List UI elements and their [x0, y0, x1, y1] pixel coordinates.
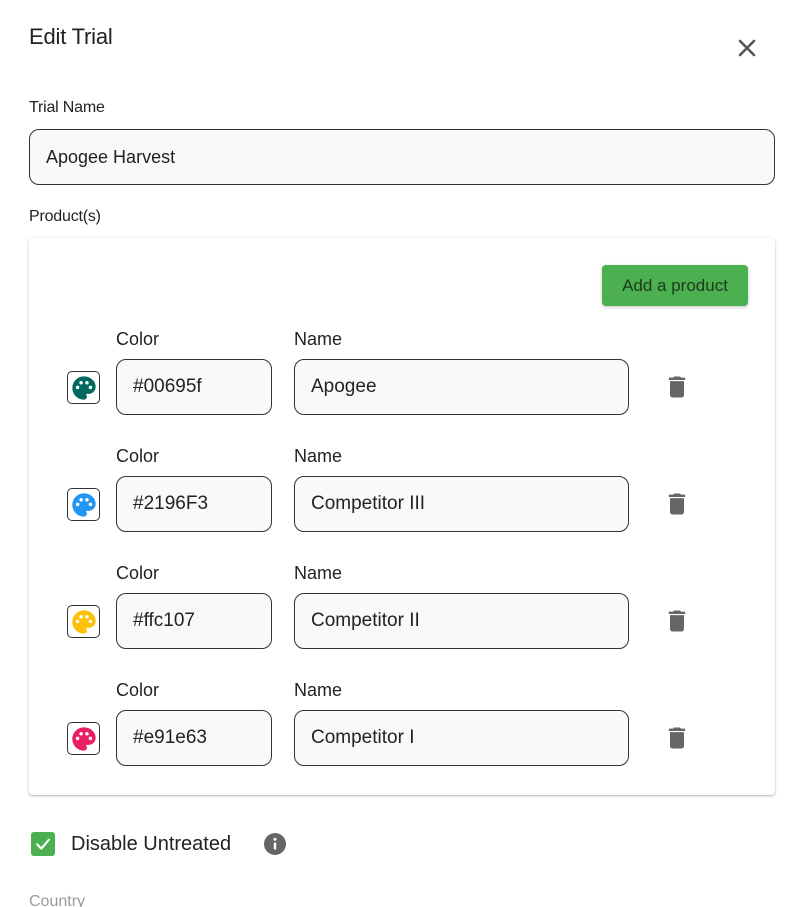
trial-name-label: Trial Name	[29, 99, 105, 116]
color-input[interactable]	[116, 710, 272, 766]
color-picker-button[interactable]	[67, 722, 100, 755]
disable-untreated-label[interactable]: Disable Untreated	[71, 833, 231, 856]
trial-name-input[interactable]	[29, 129, 775, 185]
check-icon	[36, 838, 50, 850]
disable-untreated-checkbox[interactable]	[31, 832, 55, 856]
product-row: Color Name	[29, 329, 775, 437]
product-row: Color Name	[29, 563, 775, 671]
product-name-input[interactable]	[294, 710, 629, 766]
delete-product-button[interactable]	[663, 724, 691, 752]
products-card: Add a product Color Name Color Name	[29, 238, 775, 795]
add-product-button[interactable]: Add a product	[602, 265, 748, 306]
color-input[interactable]	[116, 359, 272, 415]
color-input[interactable]	[116, 593, 272, 649]
delete-product-button[interactable]	[663, 490, 691, 518]
palette-icon	[71, 492, 96, 517]
color-column-label: Color	[116, 446, 160, 466]
product-name-input[interactable]	[294, 476, 629, 532]
name-column-label: Name	[294, 446, 343, 466]
name-column-label: Name	[294, 329, 343, 349]
color-picker-button[interactable]	[67, 488, 100, 521]
color-picker-button[interactable]	[67, 371, 100, 404]
trash-icon	[668, 610, 686, 632]
trash-icon	[668, 727, 686, 749]
info-icon[interactable]	[263, 832, 287, 856]
dialog-title: Edit Trial	[29, 24, 113, 49]
color-column-label: Color	[116, 329, 160, 349]
products-label: Product(s)	[29, 208, 101, 225]
palette-icon	[71, 609, 96, 634]
palette-icon	[71, 375, 96, 400]
color-input[interactable]	[116, 476, 272, 532]
name-column-label: Name	[294, 563, 343, 583]
close-icon	[738, 39, 756, 57]
delete-product-button[interactable]	[663, 373, 691, 401]
color-picker-button[interactable]	[67, 605, 100, 638]
info-icon-graphic	[264, 833, 286, 855]
country-label: Country	[29, 893, 86, 907]
delete-product-button[interactable]	[663, 607, 691, 635]
product-row: Color Name	[29, 680, 775, 788]
palette-icon	[71, 726, 96, 751]
product-name-input[interactable]	[294, 593, 629, 649]
product-row: Color Name	[29, 446, 775, 554]
trash-icon	[668, 376, 686, 398]
product-name-input[interactable]	[294, 359, 629, 415]
color-column-label: Color	[116, 680, 160, 700]
trash-icon	[668, 493, 686, 515]
close-button[interactable]	[733, 34, 761, 62]
color-column-label: Color	[116, 563, 160, 583]
name-column-label: Name	[294, 680, 343, 700]
